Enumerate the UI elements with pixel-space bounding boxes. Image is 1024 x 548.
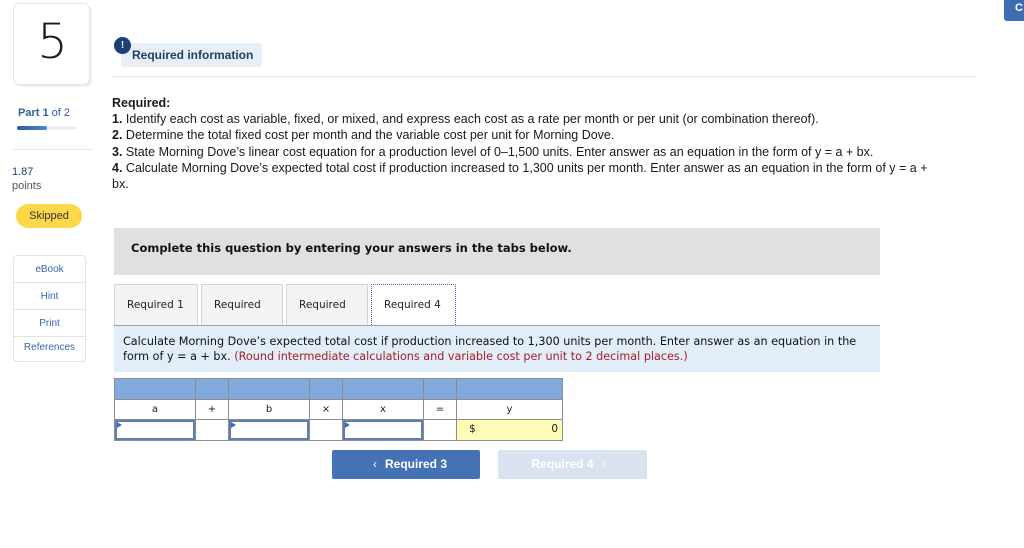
equation-table: a + b × x = y $ 0	[114, 378, 563, 441]
tab-required-2[interactable]: Required 2	[201, 284, 283, 351]
required-title: Required:	[112, 96, 171, 110]
next-required-button[interactable]: Required 4 ›	[498, 450, 647, 479]
next-label: Required 4	[531, 457, 594, 471]
question-number: 5	[37, 14, 68, 70]
label-y: y	[456, 399, 563, 420]
part-of: of 2	[51, 107, 71, 119]
label-plus: +	[195, 399, 229, 420]
points-label: points	[12, 180, 42, 192]
required-item-1: 1. Identify each cost as variable, fixed…	[112, 112, 819, 127]
rounding-note: (Round intermediate calculations and var…	[234, 350, 688, 363]
part-indicator: Part 1 of 2	[18, 107, 70, 119]
tab-required-4[interactable]: Required 4	[371, 284, 456, 327]
part-progress-fill	[17, 126, 47, 130]
equation-input-row: $ 0	[114, 419, 563, 441]
label-times: ×	[309, 399, 343, 420]
required-section: Required: 1. Identify each cost as varia…	[112, 95, 962, 192]
prev-label: Required 3	[384, 457, 447, 471]
rail-divider	[13, 149, 93, 150]
prev-required-button[interactable]: ‹ Required 3	[332, 450, 480, 479]
status-badge: Skipped	[16, 204, 82, 228]
print-link[interactable]: Print	[14, 310, 85, 337]
label-a: a	[114, 399, 196, 420]
part-label: Part 1	[18, 107, 49, 119]
info-icon: !	[114, 37, 131, 54]
label-b: b	[228, 399, 310, 420]
tab-bar: Required 1 Required 2 Required 3 Require…	[114, 284, 459, 351]
corner-button[interactable]: C	[1004, 0, 1024, 21]
tools-panel: eBook Hint Print References	[13, 255, 86, 362]
y-currency: $	[469, 423, 476, 435]
y-value: 0	[551, 423, 558, 435]
question-number-card: 5	[13, 3, 90, 85]
ebook-link[interactable]: eBook	[14, 256, 85, 283]
y-result-cell: $ 0	[456, 419, 563, 441]
part-progress-bar	[17, 126, 77, 130]
hint-link[interactable]: Hint	[14, 283, 85, 310]
instructions-box: Calculate Morning Dove’s expected total …	[114, 326, 880, 372]
label-x: x	[342, 399, 424, 420]
x-input[interactable]	[343, 420, 423, 440]
chevron-right-icon: ›	[601, 457, 606, 471]
a-input[interactable]	[115, 420, 195, 440]
chevron-left-icon: ‹	[372, 457, 377, 471]
tab-required-1[interactable]: Required 1	[114, 284, 198, 325]
required-item-2: 2. Determine the total fixed cost per mo…	[112, 128, 615, 143]
b-input[interactable]	[229, 420, 309, 440]
complete-question-banner: Complete this question by entering your …	[114, 228, 880, 275]
header-divider	[112, 76, 976, 77]
tab-required-3[interactable]: Required 3	[286, 284, 368, 351]
equation-header-row	[114, 378, 563, 400]
label-equals: =	[423, 399, 457, 420]
references-link[interactable]: References	[14, 337, 85, 361]
required-information-label[interactable]: Required information	[121, 43, 262, 67]
required-item-4: 4. Calculate Morning Dove’s expected tot…	[112, 160, 928, 192]
points-value: 1.87	[12, 166, 34, 178]
equation-label-row: a + b × x = y	[114, 399, 563, 420]
required-item-3: 3. State Morning Dove’s linear cost equa…	[112, 144, 874, 159]
